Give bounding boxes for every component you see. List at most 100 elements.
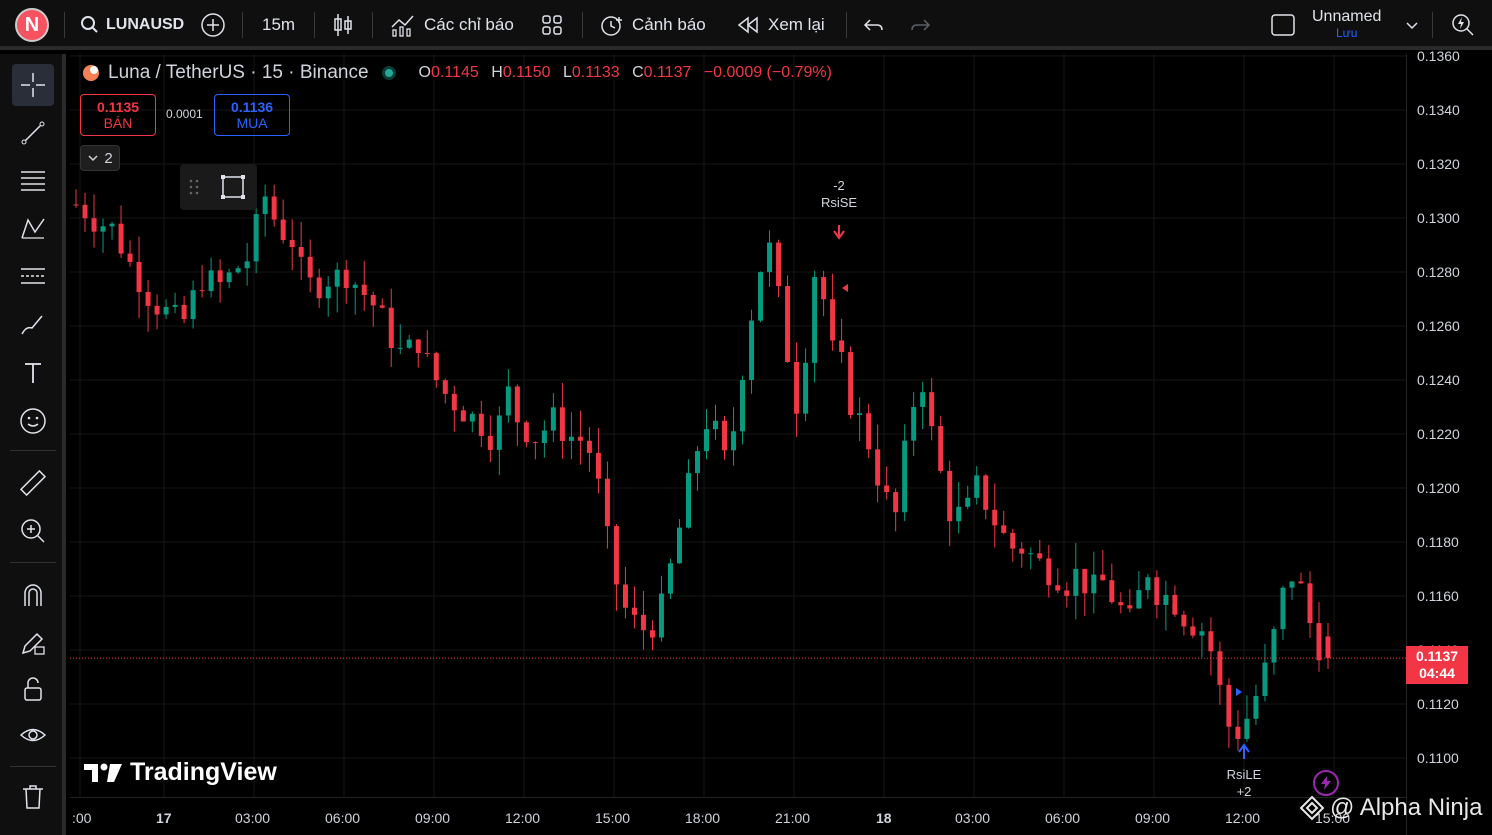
change-value: −0.0009 (−0.79%) bbox=[703, 64, 832, 81]
candle-body bbox=[767, 242, 773, 273]
lock-drawing-tool[interactable] bbox=[12, 622, 54, 664]
toolbar-divider bbox=[10, 562, 56, 563]
brush-icon bbox=[21, 315, 43, 335]
candle-body bbox=[938, 426, 944, 471]
zoom-in-icon bbox=[21, 519, 45, 543]
avatar-letter: N bbox=[24, 13, 40, 36]
candle-body bbox=[217, 270, 223, 283]
trend-line-tool[interactable] bbox=[12, 112, 54, 154]
low-value: 0.1133 bbox=[571, 64, 620, 81]
floating-toolbar bbox=[180, 164, 257, 210]
candle-body bbox=[1073, 568, 1079, 596]
chart-type-button[interactable] bbox=[332, 0, 354, 50]
candlestick-chart[interactable] bbox=[70, 54, 1406, 797]
layout-name-button[interactable]: Unnamed Lưu bbox=[1312, 0, 1381, 50]
indicators-button[interactable]: Các chỉ báo bbox=[390, 0, 514, 50]
candle-body bbox=[1325, 636, 1331, 659]
candle-body bbox=[731, 431, 737, 451]
user-avatar[interactable]: N bbox=[15, 8, 49, 42]
candle-body bbox=[1001, 525, 1007, 533]
watermark-text: @ Alpha Ninja bbox=[1330, 794, 1483, 821]
symbol-search-button[interactable]: LUNAUSD bbox=[80, 0, 184, 50]
candle-body bbox=[1244, 718, 1250, 739]
undo-button[interactable] bbox=[862, 0, 886, 50]
candle-body bbox=[586, 440, 592, 453]
layout-save-status: Lưu bbox=[1335, 26, 1358, 40]
lightning-search-icon bbox=[1452, 14, 1474, 36]
emoji-tool[interactable] bbox=[12, 400, 54, 442]
measure-tool[interactable] bbox=[12, 462, 54, 504]
visibility-tool[interactable] bbox=[12, 714, 54, 756]
candle-body bbox=[803, 362, 809, 414]
drag-handle-icon[interactable] bbox=[188, 178, 200, 196]
symbol-label: LUNAUSD bbox=[106, 16, 185, 33]
fib-tool[interactable] bbox=[12, 160, 54, 202]
select-rectangle-icon[interactable] bbox=[218, 172, 248, 202]
candle-body bbox=[1163, 594, 1169, 605]
compare-symbol-button[interactable] bbox=[200, 0, 226, 50]
templates-button[interactable] bbox=[540, 0, 564, 50]
price-tick-label: 0.1280 bbox=[1417, 264, 1460, 280]
binance-diamond-icon bbox=[1299, 795, 1325, 821]
redo-button[interactable] bbox=[908, 0, 932, 50]
redo-icon bbox=[911, 19, 931, 31]
collapse-indicators-button[interactable]: 2 bbox=[80, 145, 120, 171]
delete-tool[interactable] bbox=[12, 776, 54, 818]
price-tick-label: 0.1200 bbox=[1417, 480, 1460, 496]
price-axis[interactable]: 0.1360 0.1340 0.1320 0.1300 0.1280 0.1260 0.12… bbox=[1406, 48, 1492, 835]
quick-search-button[interactable] bbox=[1450, 0, 1476, 50]
short-signal-name: RsiSE bbox=[820, 195, 858, 210]
candle-body bbox=[523, 422, 529, 443]
candle-body bbox=[289, 240, 295, 248]
candle-body bbox=[325, 286, 331, 299]
candle-body bbox=[163, 306, 169, 315]
chart-pane[interactable] bbox=[70, 54, 1406, 797]
pattern-tool[interactable] bbox=[12, 208, 54, 250]
candle-body bbox=[550, 407, 556, 431]
candle-body bbox=[1154, 577, 1160, 605]
lock-all-tool[interactable] bbox=[12, 668, 54, 710]
candle-body bbox=[622, 584, 628, 608]
tradingview-logo[interactable]: TradingView bbox=[84, 758, 277, 787]
trash-icon bbox=[23, 785, 43, 809]
crosshair-tool[interactable] bbox=[12, 64, 54, 106]
candle-body bbox=[1280, 587, 1286, 630]
candle-body bbox=[694, 451, 700, 474]
price-tick-label: 0.1120 bbox=[1417, 696, 1459, 712]
candle-body bbox=[145, 291, 151, 306]
price-tick-label: 0.1220 bbox=[1417, 426, 1460, 442]
text-tool[interactable] bbox=[12, 352, 54, 394]
time-tick-label: 06:00 bbox=[325, 810, 361, 826]
layout-checkbox[interactable] bbox=[1270, 0, 1296, 50]
candle-body bbox=[1190, 626, 1196, 636]
candle-body bbox=[568, 436, 574, 441]
brush-tool[interactable] bbox=[12, 304, 54, 346]
forecast-tool[interactable] bbox=[12, 256, 54, 298]
replay-button[interactable]: Xem lại bbox=[736, 0, 825, 50]
buy-button[interactable]: 0.1136 MUA bbox=[214, 94, 290, 136]
lightning-badge[interactable] bbox=[1313, 770, 1339, 796]
candle-body bbox=[974, 475, 980, 498]
candle-body bbox=[1253, 696, 1259, 719]
ohlc-values: O0.1145 H0.1150 L0.1133 C0.1137 −0.0009 … bbox=[411, 64, 832, 82]
layout-menu-button[interactable] bbox=[1404, 0, 1420, 50]
legend-title[interactable]: Luna / TetherUS · 15 · Binance bbox=[108, 62, 369, 84]
high-label: H bbox=[491, 64, 503, 81]
toolbar-divider bbox=[372, 12, 373, 38]
sell-button[interactable]: 0.1135 BÁN bbox=[80, 94, 156, 136]
toolbar-divider bbox=[64, 12, 65, 38]
unlock-icon bbox=[24, 677, 42, 701]
time-axis[interactable]: :00 17 03:00 06:00 09:00 12:00 15:00 18:00 21:00… bbox=[70, 797, 1406, 835]
market-status-icon bbox=[381, 66, 396, 80]
magnet-tool[interactable] bbox=[12, 574, 54, 616]
candle-body bbox=[676, 527, 682, 564]
candle-body bbox=[1145, 577, 1151, 591]
zoom-tool[interactable] bbox=[12, 510, 54, 552]
candle-body bbox=[352, 284, 358, 288]
pencil-lock-icon bbox=[21, 632, 45, 655]
interval-button[interactable]: 15m bbox=[262, 0, 295, 50]
candle-body bbox=[505, 386, 511, 416]
candle-body bbox=[722, 420, 728, 451]
candle-body bbox=[758, 272, 764, 321]
alert-button[interactable]: Cảnh báo bbox=[598, 0, 706, 50]
